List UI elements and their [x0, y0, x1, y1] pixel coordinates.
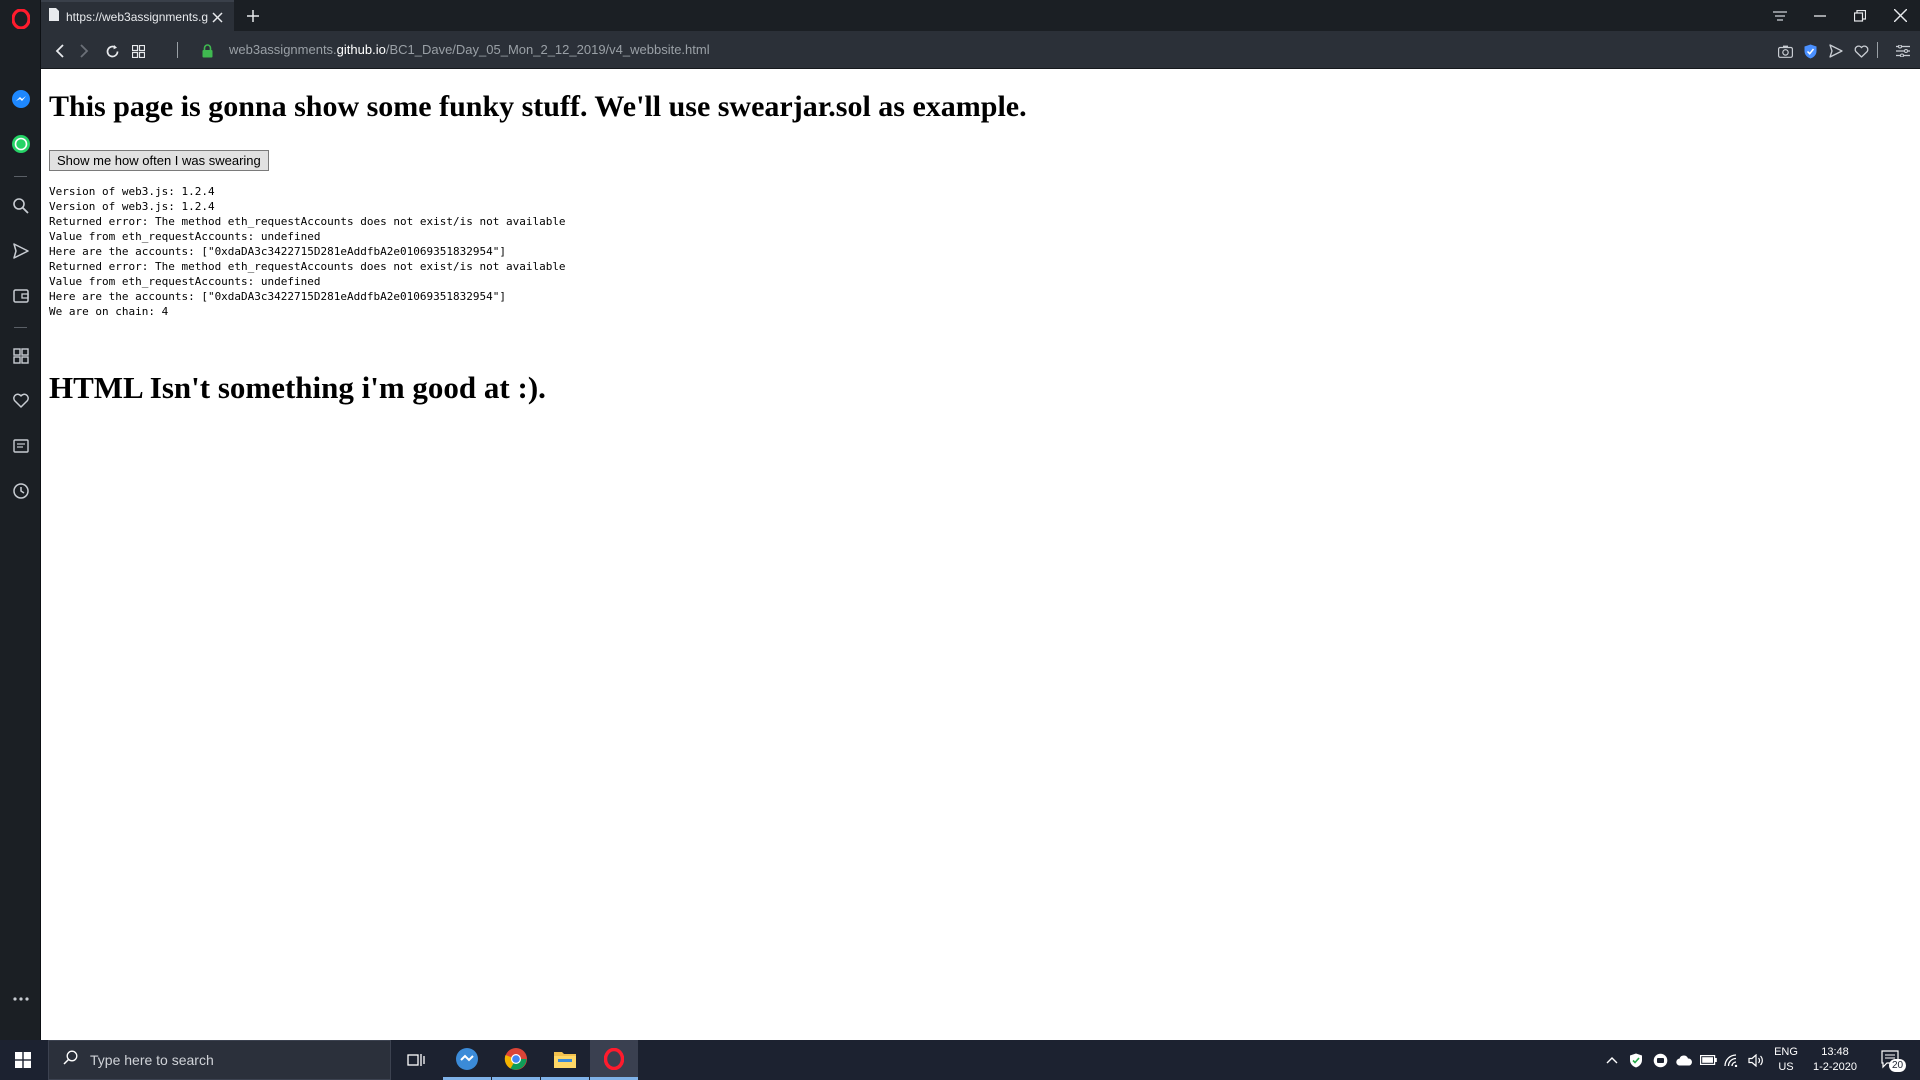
lock-icon[interactable] — [196, 40, 218, 62]
onedrive-cloud-icon[interactable] — [1672, 1040, 1696, 1080]
console-line: Returned error: The method eth_requestAc… — [49, 260, 566, 273]
keyboard-region: US — [1778, 1061, 1794, 1073]
input-language-indicator[interactable]: ENG US — [1770, 1040, 1802, 1080]
reload-button[interactable] — [101, 40, 123, 62]
browser-sidebar — [0, 0, 41, 1040]
flow-send-icon[interactable] — [0, 234, 41, 268]
url-prefix: web3assignments. — [229, 42, 337, 57]
taskbar-search-box[interactable]: Type here to search — [48, 1040, 391, 1080]
search-icon[interactable] — [0, 189, 41, 223]
speed-dial-icon[interactable] — [0, 339, 41, 373]
tab-strip: https://web3assignments.g — [41, 0, 1920, 31]
restore-button[interactable] — [1840, 0, 1880, 31]
security-shield-icon[interactable] — [1624, 1040, 1648, 1080]
task-view-icon[interactable] — [392, 1040, 440, 1080]
console-line: Returned error: The method eth_requestAc… — [49, 215, 566, 228]
console-line: Here are the accounts: ["0xdaDA3c3422715… — [49, 290, 506, 303]
vpn-shield-icon[interactable] — [1799, 40, 1821, 62]
page-icon — [49, 7, 59, 26]
snapshot-camera-icon[interactable] — [1774, 40, 1796, 62]
clock-time: 13:48 — [1821, 1046, 1849, 1058]
opera-logo-icon[interactable] — [0, 2, 41, 36]
notification-count-badge: 20 — [1889, 1059, 1907, 1072]
toolbar-divider — [177, 42, 178, 58]
whatsapp-icon[interactable] — [0, 127, 41, 161]
opera-app-icon[interactable] — [590, 1040, 638, 1080]
forward-button[interactable] — [73, 40, 95, 62]
wifi-icon[interactable] — [1720, 1040, 1744, 1080]
wallet-icon[interactable] — [0, 279, 41, 313]
tabs-grid-icon[interactable] — [127, 40, 149, 62]
volume-speaker-icon[interactable] — [1744, 1040, 1768, 1080]
bookmark-heart-icon[interactable] — [1850, 40, 1872, 62]
search-icon — [63, 1050, 78, 1070]
start-windows-icon[interactable] — [0, 1040, 46, 1080]
vpn-tray-icon[interactable] — [1648, 1040, 1672, 1080]
console-line: Version of web3.js: 1.2.4 — [49, 200, 215, 213]
new-tab-button[interactable] — [242, 5, 264, 27]
console-line: Version of web3.js: 1.2.4 — [49, 185, 215, 198]
file-explorer-icon[interactable] — [541, 1040, 589, 1080]
tab-menu-icon[interactable] — [1760, 0, 1800, 31]
send-flow-icon[interactable] — [1825, 40, 1847, 62]
sidebar-separator — [14, 327, 27, 328]
console-line: Here are the accounts: ["0xdaDA3c3422715… — [49, 245, 506, 258]
address-bar-url[interactable]: web3assignments.github.io/BC1_Dave/Day_0… — [229, 42, 710, 57]
messenger-icon[interactable] — [0, 82, 41, 116]
clock-date: 1-2-2020 — [1812, 1061, 1858, 1073]
toolbar-divider — [1877, 42, 1878, 58]
console-line: Value from eth_requestAccounts: undefine… — [49, 230, 321, 243]
more-options-icon[interactable] — [0, 982, 41, 1016]
action-center-icon[interactable]: 20 — [1872, 1040, 1912, 1080]
page-content: This page is gonna show some funky stuff… — [41, 70, 1920, 1040]
minimize-button[interactable] — [1800, 0, 1840, 31]
vscode-app-icon[interactable] — [443, 1040, 491, 1080]
address-toolbar: web3assignments.github.io/BC1_Dave/Day_0… — [41, 31, 1920, 69]
sidebar-separator — [14, 176, 27, 177]
tab-title: https://web3assignments.g — [66, 9, 209, 24]
close-tab-icon[interactable] — [208, 8, 226, 26]
console-output: Version of web3.js: 1.2.4 Version of web3… — [49, 184, 566, 319]
battery-icon[interactable] — [1696, 1040, 1720, 1080]
chrome-app-icon[interactable] — [492, 1040, 540, 1080]
show-hidden-icons-chevron-icon[interactable] — [1600, 1040, 1624, 1080]
language-code: ENG — [1774, 1046, 1798, 1058]
url-domain: github.io — [336, 42, 386, 57]
easy-setup-icon[interactable] — [1892, 40, 1914, 62]
windows-taskbar: Type here to search ENG US 13:48 1-2-2020 — [0, 1040, 1920, 1080]
console-line: We are on chain: 4 — [49, 305, 169, 318]
back-button[interactable] — [49, 40, 71, 62]
url-path: /BC1_Dave/Day_05_Mon_2_12_2019/v4_webbsi… — [385, 42, 710, 57]
system-clock[interactable]: 13:48 1-2-2020 — [1806, 1040, 1864, 1080]
close-window-button[interactable] — [1880, 0, 1920, 31]
news-icon[interactable] — [0, 429, 41, 463]
console-line: Value from eth_requestAccounts: undefine… — [49, 275, 321, 288]
search-placeholder: Type here to search — [90, 1052, 214, 1068]
page-heading: This page is gonna show some funky stuff… — [49, 90, 1027, 123]
bookmarks-heart-icon[interactable] — [0, 384, 41, 418]
tab-active[interactable]: https://web3assignments.g — [41, 0, 234, 31]
footer-heading: HTML Isn't something i'm good at :). — [49, 370, 546, 405]
history-clock-icon[interactable] — [0, 474, 41, 508]
show-swearing-button[interactable]: Show me how often I was swearing — [49, 150, 269, 171]
